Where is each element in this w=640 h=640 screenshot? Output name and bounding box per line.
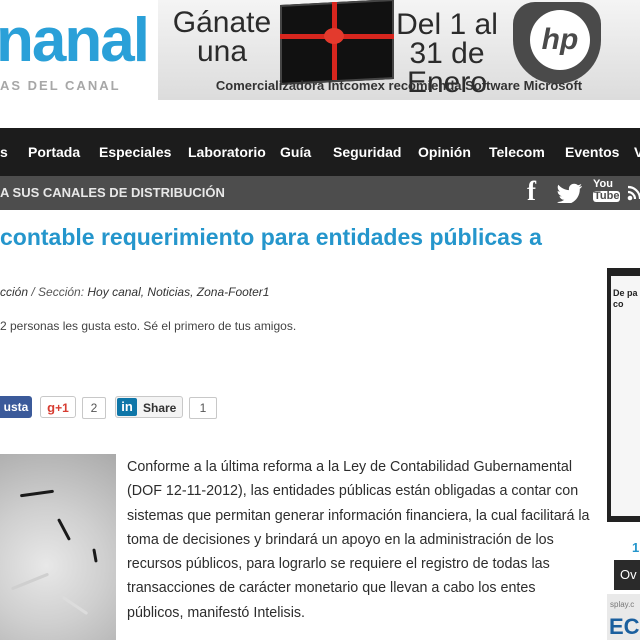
logo-tagline: AS DEL CANAL	[0, 78, 121, 93]
nav-item-laboratorio[interactable]: Laboratorio	[188, 144, 266, 160]
rss-icon[interactable]	[627, 185, 640, 201]
youtube-icon-top[interactable]: You	[593, 179, 613, 190]
sidebar-ad-image	[611, 276, 640, 516]
article-meta: cción / Sección: Hoy canal, Noticias, Zo…	[0, 285, 269, 299]
article-title[interactable]: contable requerimiento para entidades pú…	[0, 224, 542, 251]
sidebar-tab[interactable]: Ov	[614, 560, 640, 590]
main-nav: s Portada Especiales Laboratorio Guía Se…	[0, 128, 640, 176]
subnav-bar: A SUS CANALES DE DISTRIBUCIÓN f You Tube	[0, 176, 640, 210]
youtube-icon-bottom[interactable]: Tube	[593, 191, 621, 202]
banner-ad[interactable]: Gánate una Del 1 al 31 de Enero hp Comer…	[158, 0, 640, 100]
sidebar-bottom-ad[interactable]: splay.c EC	[607, 594, 640, 640]
google-plus-count: 2	[82, 397, 106, 419]
nav-item-seguridad[interactable]: Seguridad	[333, 144, 401, 160]
article-image	[0, 454, 116, 640]
gift-bow-icon	[324, 28, 344, 44]
logo-text: nanal	[0, 6, 150, 75]
google-plus-icon: g	[47, 400, 56, 415]
banner-bottom-text: Comercializadora Intcomex recomienda Sof…	[215, 78, 583, 93]
site-logo[interactable]: nanal AS DEL CANAL	[0, 0, 150, 110]
google-plus-label: +1	[55, 401, 69, 415]
twitter-bird-icon[interactable]	[557, 183, 583, 203]
google-plus-button[interactable]: g+1	[40, 396, 76, 418]
linkedin-icon: in	[117, 398, 137, 416]
sidebar-bottom-brand: EC	[609, 614, 640, 639]
linkedin-share-button[interactable]: in Share	[115, 396, 183, 418]
sidebar-ad[interactable]: De pa co	[607, 268, 640, 522]
article-body: Conforme a la última reforma a la Ley de…	[127, 459, 590, 621]
facebook-icon[interactable]: f	[527, 176, 536, 207]
nav-item-especiales[interactable]: Especiales	[99, 144, 171, 160]
meta-sections[interactable]: Hoy canal, Noticias, Zona-Footer1	[87, 285, 269, 299]
meta-author[interactable]: cción	[0, 285, 28, 299]
subnav-tagline: A SUS CANALES DE DISTRIBUCIÓN	[0, 185, 225, 200]
share-buttons: usta g+1 2 in Share 1	[0, 396, 240, 420]
facebook-like-button[interactable]: usta	[0, 396, 32, 418]
linkedin-share-label: Share	[143, 401, 177, 415]
hp-logo: hp	[530, 10, 590, 70]
sidebar-number: 1	[632, 540, 640, 555]
nav-item-next[interactable]: V	[634, 144, 640, 160]
nav-item-telecom[interactable]: Telecom	[489, 144, 545, 160]
nav-item-guia[interactable]: Guía	[280, 144, 311, 160]
nav-item-portada[interactable]: Portada	[28, 144, 80, 160]
sidebar-bottom-small-text: splay.c	[610, 600, 635, 609]
nav-item-partial[interactable]: s	[0, 144, 8, 160]
nav-item-eventos[interactable]: Eventos	[565, 144, 619, 160]
nav-item-opinion[interactable]: Opinión	[418, 144, 471, 160]
sidebar-ad-text: De pa co	[613, 288, 638, 309]
facebook-likes-text: 2 personas les gusta esto. Sé el primero…	[0, 319, 297, 333]
banner-left-text: Gánate una	[172, 6, 272, 68]
linkedin-count: 1	[189, 397, 217, 419]
meta-section-label: / Sección:	[28, 285, 88, 299]
